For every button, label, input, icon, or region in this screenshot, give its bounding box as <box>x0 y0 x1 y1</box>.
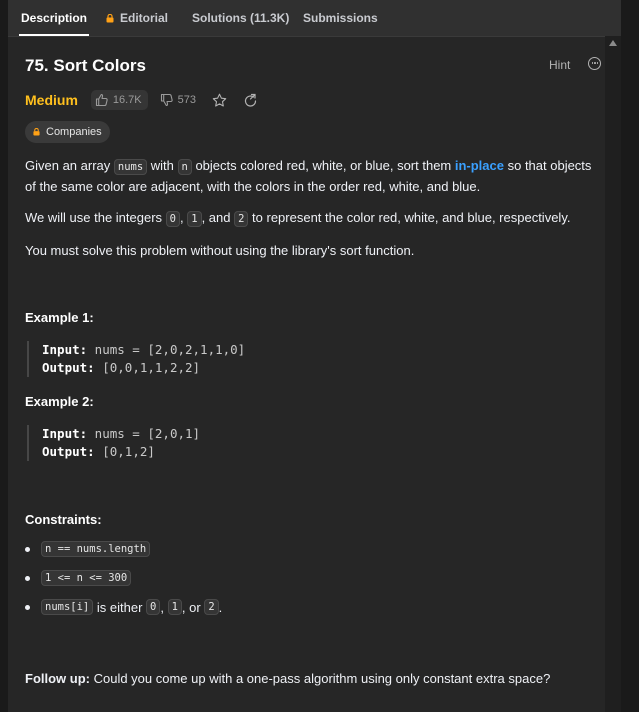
lock-icon <box>33 128 40 136</box>
thumbs-down-icon <box>160 93 173 107</box>
dislike-button[interactable]: 573 <box>160 93 196 107</box>
inline-code: n == nums.length <box>41 541 151 557</box>
example-2-title: Example 2: <box>25 394 94 409</box>
tab-bar: Description Editorial Solutions (11.3K) … <box>8 0 621 37</box>
inline-code: 2 <box>204 599 219 615</box>
thumbs-up-icon <box>95 93 108 107</box>
like-button[interactable]: 16.7K <box>90 90 148 110</box>
lock-icon <box>106 13 114 22</box>
tab-label: Description <box>21 11 88 25</box>
tab-submissions[interactable]: Submissions <box>303 0 378 36</box>
list-item: n == nums.length <box>25 541 151 557</box>
scrollbar[interactable] <box>605 36 621 712</box>
constraints-title: Constraints: <box>25 512 102 527</box>
more-options-icon[interactable] <box>588 57 601 70</box>
in-place-link[interactable]: in-place <box>455 158 504 173</box>
tab-label: Submissions <box>303 11 378 25</box>
list-item: nums[i] is either 0, 1, or 2. <box>25 599 222 615</box>
scroll-up-icon[interactable] <box>609 40 617 46</box>
description-paragraph-1: Given an array nums with n objects color… <box>25 158 592 194</box>
tab-editorial[interactable]: Editorial <box>106 0 168 36</box>
inline-code: nums[i] <box>41 599 94 615</box>
page-title: 75. Sort Colors <box>25 56 146 75</box>
tab-label: Solutions (11.3K) <box>192 11 290 25</box>
example-2-block: Input: nums = [2,0,1] Output: [0,1,2] <box>27 425 200 461</box>
inline-code: 0 <box>146 599 161 615</box>
dislike-count: 573 <box>177 94 196 106</box>
favorite-button[interactable] <box>212 93 227 108</box>
description-paragraph-3: You must solve this problem without usin… <box>25 243 415 258</box>
share-button[interactable] <box>243 93 258 108</box>
companies-label: Companies <box>46 126 102 138</box>
list-item: 1 <= n <= 300 <box>25 570 132 586</box>
follow-up: Follow up: Could you come up with a one-… <box>25 671 551 686</box>
star-icon <box>212 93 227 107</box>
problem-meta: Medium 16.7K 573 <box>25 89 258 111</box>
share-icon <box>244 93 257 107</box>
tab-solutions[interactable]: Solutions (11.3K) <box>192 0 289 36</box>
inline-code: 1 <box>167 599 182 615</box>
description-paragraph-2: We will use the integers 0, 1, and 2 to … <box>25 210 571 227</box>
inline-code: 2 <box>234 211 249 227</box>
inline-code: 1 <box>187 211 202 227</box>
problem-panel: Description Editorial Solutions (11.3K) … <box>8 0 621 712</box>
inline-code: 1 <= n <= 300 <box>41 570 132 586</box>
example-1-block: Input: nums = [2,0,2,1,1,0] Output: [0,0… <box>27 341 245 377</box>
tab-label: Editorial <box>120 11 169 25</box>
hint-button[interactable]: Hint <box>549 58 570 72</box>
difficulty-badge: Medium <box>25 92 78 108</box>
tab-description[interactable]: Description <box>18 0 90 36</box>
inline-code: n <box>177 159 192 175</box>
example-1-title: Example 1: <box>25 310 94 325</box>
like-count: 16.7K <box>112 94 142 106</box>
inline-code: 0 <box>165 211 180 227</box>
inline-code: nums <box>113 159 148 175</box>
companies-button[interactable]: Companies <box>25 121 110 143</box>
